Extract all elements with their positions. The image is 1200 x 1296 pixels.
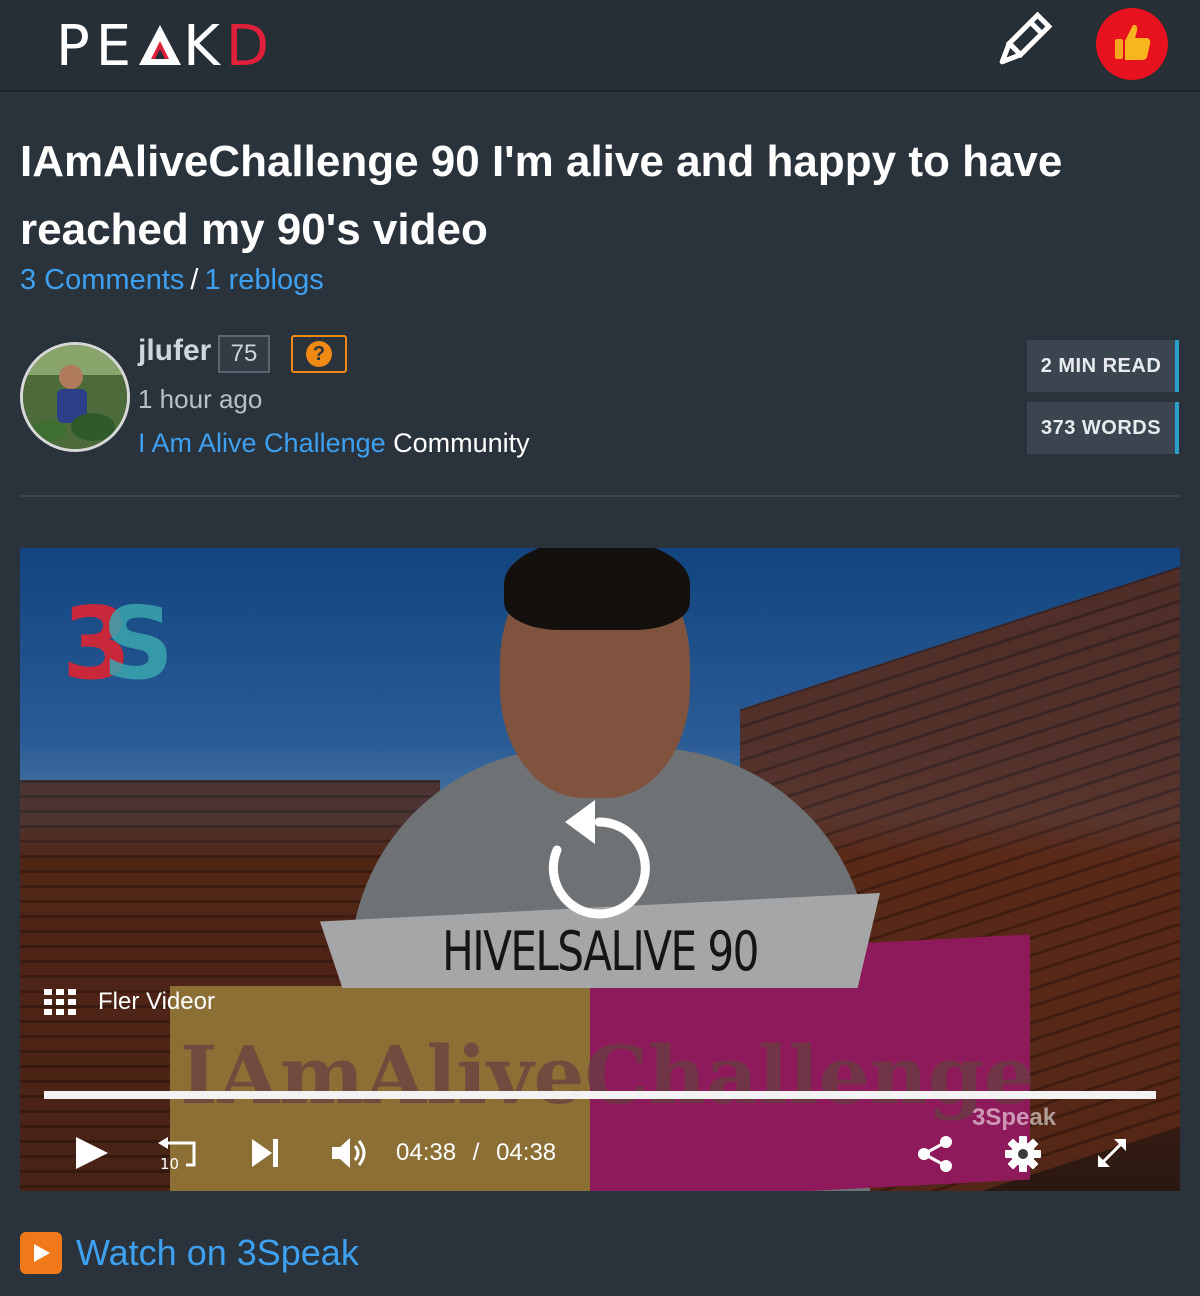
read-time-badge: 2 MIN READ [1027,340,1179,392]
next-icon[interactable] [250,1135,280,1176]
author-name[interactable]: jlufer [138,334,211,368]
help-button[interactable]: ? [291,335,347,373]
logo-text-k: K [183,14,226,79]
3speak-logo-icon: 3 S [62,585,174,702]
post-title: IAmAliveChallenge 90 I'm alive and happy… [20,137,1063,254]
pencil-icon[interactable] [990,10,1054,74]
settings-icon[interactable] [1004,1135,1042,1178]
upvote-button[interactable] [1096,8,1168,80]
reblogs-link[interactable]: 1 reblogs [204,264,323,296]
more-videos-label: Fler Videor [98,988,215,1015]
duration: 04:38 [496,1139,557,1166]
timecode: 04:38 / 04:38 [396,1139,556,1167]
reputation-badge: 75 [218,335,270,373]
video-controls: 10 04:38 / 04:38 [20,1123,1180,1183]
divider [20,495,1180,497]
replay-icon[interactable] [543,798,655,933]
question-icon: ? [306,341,332,367]
fullscreen-icon[interactable] [1094,1135,1130,1176]
play-button-icon [20,1232,62,1274]
posted-time: 1 hour ago [138,384,263,414]
stats-separator: / [190,264,199,296]
logo-a-icon [137,16,183,65]
community-line: I Am Alive Challenge Community [138,428,530,459]
progress-bar[interactable] [44,1091,1156,1099]
community-suffix: Community [393,428,530,458]
thumbs-up-icon [1111,21,1153,68]
svg-text:10: 10 [160,1155,179,1171]
video-player[interactable]: IAmAliveChallenge HIVELSALIVE 90 3 S Fle… [20,548,1180,1191]
word-count-badge: 373 WORDS [1027,402,1179,454]
watch-on-3speak[interactable]: Watch on 3Speak [20,1232,359,1274]
comments-link[interactable]: 3 Comments [20,264,184,296]
avatar[interactable] [20,342,130,452]
rewind-10-icon[interactable]: 10 [156,1135,198,1176]
svg-text:S: S [102,590,172,690]
watch-link[interactable]: Watch on 3Speak [76,1232,359,1274]
peakd-logo[interactable]: PE KD [56,14,275,79]
volume-icon[interactable] [330,1135,374,1176]
logo-text-d: D [225,14,276,79]
top-bar: PE KD [0,0,1200,92]
share-icon[interactable] [916,1135,954,1178]
play-icon[interactable] [74,1135,110,1176]
logo-text-pe: PE [56,14,138,79]
more-videos-button[interactable]: Fler Videor [44,988,215,1016]
post-stats: 3 Comments/1 reblogs [20,264,324,297]
community-link[interactable]: I Am Alive Challenge [138,428,386,458]
current-time: 04:38 [396,1139,457,1166]
grid-icon [44,989,76,1015]
time-separator: / [472,1139,480,1166]
